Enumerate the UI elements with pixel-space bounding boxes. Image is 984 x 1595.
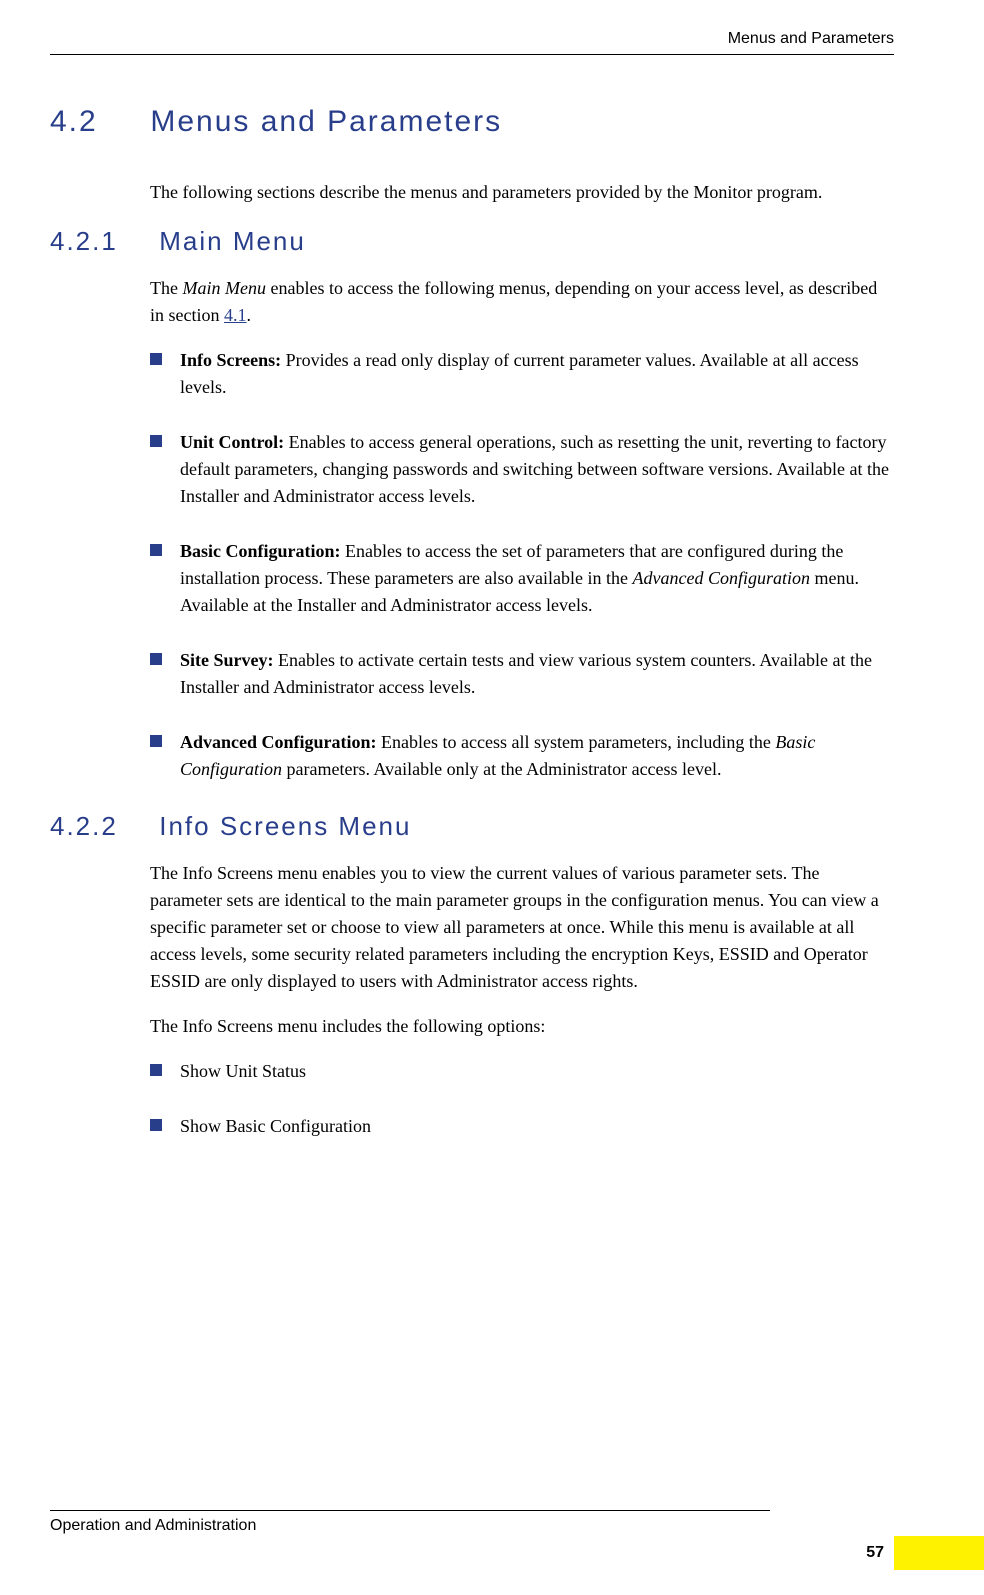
section-title: Menus and Parameters: [150, 105, 502, 139]
section-4-2-2-para2: The Info Screens menu includes the follo…: [150, 1013, 894, 1040]
text: .: [247, 305, 252, 325]
section-4-2-intro: The following sections describe the menu…: [150, 179, 894, 206]
footer-rule: [50, 1510, 770, 1511]
bullet-text: Enables to activate certain tests and vi…: [180, 650, 872, 697]
section-4-2-heading: 4.2 Menus and Parameters: [50, 105, 894, 139]
bullet-text: Provides a read only display of current …: [180, 350, 859, 397]
section-4-2-1-intro: The Main Menu enables to access the foll…: [150, 275, 894, 329]
list-item: Basic Configuration: Enables to access t…: [150, 538, 894, 619]
list-item: Unit Control: Enables to access general …: [150, 429, 894, 510]
bullet-label: Unit Control:: [180, 432, 284, 452]
section-4-2-2-para1: The Info Screens menu enables you to vie…: [150, 860, 894, 995]
footer-left-text: Operation and Administration: [50, 1517, 894, 1535]
section-4-2-1-heading: 4.2.1 Main Menu: [50, 226, 894, 257]
list-item: Info Screens: Provides a read only displ…: [150, 347, 894, 401]
text-italic: Main Menu: [182, 278, 265, 298]
header-rule: [50, 54, 894, 55]
section-title: Info Screens Menu: [159, 811, 411, 842]
list-item: Show Unit Status: [150, 1058, 894, 1085]
section-title: Main Menu: [159, 226, 306, 257]
page-number: 57: [866, 1544, 894, 1562]
header-section-label: Menus and Parameters: [50, 30, 894, 54]
section-number: 4.2.2: [50, 811, 150, 842]
bullet-text: Enables to access all system parameters,…: [377, 732, 776, 752]
list-item: Show Basic Configuration: [150, 1113, 894, 1140]
list-item: Site Survey: Enables to activate certain…: [150, 647, 894, 701]
bullet-label: Basic Configuration:: [180, 541, 341, 561]
list-item: Advanced Configuration: Enables to acces…: [150, 729, 894, 783]
section-number: 4.2.1: [50, 226, 150, 257]
text: The: [150, 278, 182, 298]
page-number-box: 57: [866, 1536, 894, 1570]
cross-ref-link[interactable]: 4.1: [224, 305, 247, 325]
page-footer: Operation and Administration: [50, 1510, 894, 1535]
page-tab-marker: [894, 1536, 984, 1570]
info-screens-bullet-list: Show Unit Status Show Basic Configuratio…: [150, 1058, 894, 1140]
bullet-label: Advanced Configuration:: [180, 732, 377, 752]
section-4-2-2-heading: 4.2.2 Info Screens Menu: [50, 811, 894, 842]
main-menu-bullet-list: Info Screens: Provides a read only displ…: [150, 347, 894, 783]
bullet-text: Enables to access general operations, su…: [180, 432, 889, 506]
bullet-label: Info Screens:: [180, 350, 281, 370]
bullet-label: Site Survey:: [180, 650, 274, 670]
text-italic: Advanced Configuration: [633, 568, 810, 588]
bullet-text: parameters. Available only at the Admini…: [282, 759, 722, 779]
section-number: 4.2: [50, 105, 140, 139]
